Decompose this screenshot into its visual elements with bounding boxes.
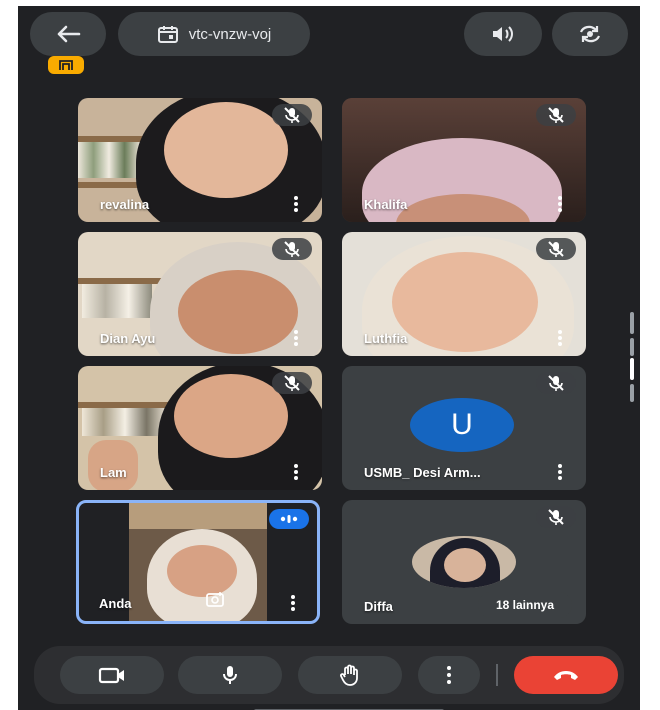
more-options-button[interactable] xyxy=(558,464,562,480)
participant-tile-desi[interactable]: U USMB_ Desi Arm... xyxy=(342,366,586,490)
scroll-indicator xyxy=(630,312,634,334)
self-video-feed xyxy=(129,503,267,621)
scroll-indicator-active[interactable] xyxy=(630,358,634,380)
switch-camera-button[interactable] xyxy=(552,12,628,56)
divider xyxy=(496,664,498,686)
participant-name: revalina xyxy=(100,197,150,212)
participant-tile-revalina[interactable]: revalina xyxy=(78,98,322,222)
participant-tile-dian-ayu[interactable]: Dian Ayu xyxy=(78,232,322,356)
raise-hand-button[interactable] xyxy=(298,656,402,694)
participant-name: Khalifa xyxy=(364,197,408,212)
participant-tile-self[interactable]: Anda xyxy=(76,500,320,624)
call-controls xyxy=(34,646,624,704)
meeting-code: vtc-vnzw-voj xyxy=(188,25,272,43)
switch-camera-small-button[interactable] xyxy=(205,590,225,613)
speaking-icon xyxy=(280,515,298,523)
speaking-indicator xyxy=(269,509,309,529)
more-vert-icon xyxy=(291,595,295,599)
back-button[interactable] xyxy=(30,12,106,56)
microphone-button[interactable] xyxy=(178,656,282,694)
more-options-button[interactable] xyxy=(294,464,298,480)
participant-tile-lam[interactable]: Lam xyxy=(78,366,322,490)
end-call-icon xyxy=(554,671,578,680)
more-options-button[interactable] xyxy=(294,196,298,212)
participant-name: Luthfia xyxy=(364,331,408,346)
mic-off-icon xyxy=(548,241,564,257)
avatar: U xyxy=(410,398,514,452)
camera-button[interactable] xyxy=(60,656,164,694)
mic-off-icon xyxy=(284,375,300,391)
mute-indicator xyxy=(272,372,312,394)
meet-screen: vtc-vnzw-voj revalina Khalifa Dian Ayu L… xyxy=(18,6,640,710)
more-vert-icon xyxy=(447,666,451,684)
more-vert-icon xyxy=(294,196,298,200)
camera-switch-small-icon xyxy=(206,592,224,607)
more-options-button[interactable] xyxy=(291,595,295,611)
mute-indicator xyxy=(272,104,312,126)
mic-off-icon xyxy=(548,107,564,123)
participant-name: Lam xyxy=(100,465,127,480)
calendar-icon xyxy=(157,26,178,43)
more-vert-icon xyxy=(558,196,562,200)
more-options-button[interactable] xyxy=(558,330,562,346)
mute-indicator xyxy=(272,238,312,260)
more-vert-icon xyxy=(294,330,298,334)
audio-output-button[interactable] xyxy=(464,12,542,56)
more-options-button[interactable] xyxy=(558,196,562,212)
mic-off-icon xyxy=(284,241,300,257)
more-vert-icon xyxy=(558,464,562,468)
mute-indicator xyxy=(536,372,576,394)
scroll-indicator xyxy=(630,338,634,356)
switch-camera-icon xyxy=(579,25,601,43)
meeting-indicator[interactable] xyxy=(48,56,84,74)
meeting-indicator-icon xyxy=(59,60,73,70)
mic-icon xyxy=(223,666,237,684)
mute-indicator xyxy=(536,104,576,126)
scroll-indicator xyxy=(630,384,634,402)
mic-off-icon xyxy=(548,509,564,525)
mute-indicator xyxy=(536,238,576,260)
raise-hand-icon xyxy=(340,664,358,686)
more-vert-icon xyxy=(294,464,298,468)
more-options-button[interactable] xyxy=(294,330,298,346)
mic-off-icon xyxy=(284,107,300,123)
mute-indicator xyxy=(536,506,576,528)
others-count-button[interactable]: 18 lainnya xyxy=(477,592,572,618)
more-options-button[interactable] xyxy=(418,656,480,694)
speaker-icon xyxy=(493,26,513,42)
meeting-info-button[interactable]: vtc-vnzw-voj xyxy=(118,12,310,56)
mic-off-icon xyxy=(548,375,564,391)
camera-icon xyxy=(98,667,124,684)
avatar xyxy=(412,536,516,588)
participant-name: Diffa xyxy=(364,599,393,614)
participant-tile-diffa[interactable]: Diffa 18 lainnya xyxy=(342,500,586,624)
participant-name: Dian Ayu xyxy=(100,331,156,346)
participant-name: Anda xyxy=(99,596,132,611)
participant-tile-khalifa[interactable]: Khalifa xyxy=(342,98,586,222)
end-call-button[interactable] xyxy=(514,656,618,694)
participant-tile-luthfia[interactable]: Luthfia xyxy=(342,232,586,356)
more-vert-icon xyxy=(558,330,562,334)
participant-name: USMB_ Desi Arm... xyxy=(364,465,481,480)
back-arrow-icon xyxy=(57,25,81,43)
